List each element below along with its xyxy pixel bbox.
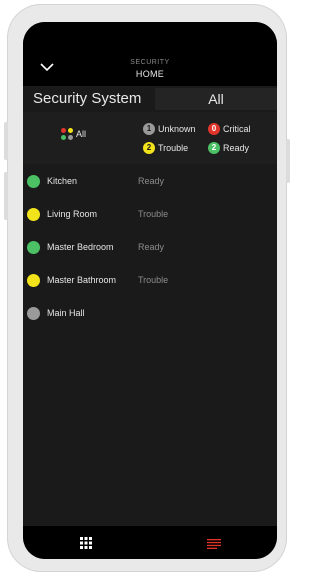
side-button-lower	[4, 172, 8, 220]
legend-unknown[interactable]: 1 Unknown	[143, 123, 196, 135]
section-label: SECURITY	[130, 59, 170, 66]
grid-icon[interactable]	[80, 537, 92, 549]
app-screen: SECURITY HOME Security System All All 1 …	[23, 22, 277, 559]
legend-trouble[interactable]: 2 Trouble	[143, 142, 188, 154]
status-dot	[27, 274, 40, 287]
legend-critical[interactable]: 0 Critical	[208, 123, 251, 135]
status-dot	[27, 307, 40, 320]
legend-trouble-label: Trouble	[158, 143, 189, 153]
legend-critical-label: Critical	[223, 124, 251, 134]
list-item[interactable]: Living Room Trouble	[23, 199, 277, 231]
status-dot	[27, 241, 40, 254]
title-row: Security System All	[23, 88, 277, 110]
top-bar: SECURITY HOME	[23, 22, 277, 86]
list-icon[interactable]	[207, 539, 221, 549]
filter-select[interactable]: All	[155, 88, 277, 110]
status-dot	[27, 175, 40, 188]
side-button-right	[286, 139, 290, 183]
legend-ready-count: 2	[208, 142, 220, 154]
zone-name: Main Hall	[47, 308, 85, 318]
legend-all[interactable]: All	[61, 128, 86, 140]
location-label: HOME	[135, 69, 165, 79]
legend-critical-count: 0	[208, 123, 220, 135]
multi-dot-icon	[61, 128, 73, 140]
legend-all-label: All	[76, 129, 87, 139]
legend-trouble-count: 2	[143, 142, 155, 154]
page-title: Security System	[33, 90, 142, 107]
legend-ready-label: Ready	[223, 143, 250, 153]
status-dot	[27, 208, 40, 221]
zone-status: Ready	[138, 176, 165, 186]
legend-ready[interactable]: 2 Ready	[208, 142, 249, 154]
list-item[interactable]: Master Bathroom Trouble	[23, 265, 277, 297]
list-item[interactable]: Kitchen Ready	[23, 166, 277, 198]
zone-status: Ready	[138, 242, 165, 252]
zone-name: Kitchen	[47, 176, 78, 186]
bottom-nav	[23, 526, 277, 559]
zone-name: Master Bathroom	[47, 275, 117, 285]
legend-unknown-label: Unknown	[158, 124, 196, 134]
status-legend: All 1 Unknown 0 Critical 2 Trouble 2 Rea…	[23, 112, 277, 164]
list-item[interactable]: Main Hall	[23, 298, 277, 330]
zone-name: Living Room	[47, 209, 98, 219]
side-button-upper	[4, 122, 8, 160]
list-item[interactable]: Master Bedroom Ready	[23, 232, 277, 264]
zone-name: Master Bedroom	[47, 242, 114, 252]
zone-status: Trouble	[138, 275, 169, 285]
legend-unknown-count: 1	[143, 123, 155, 135]
zone-status: Trouble	[138, 209, 169, 219]
